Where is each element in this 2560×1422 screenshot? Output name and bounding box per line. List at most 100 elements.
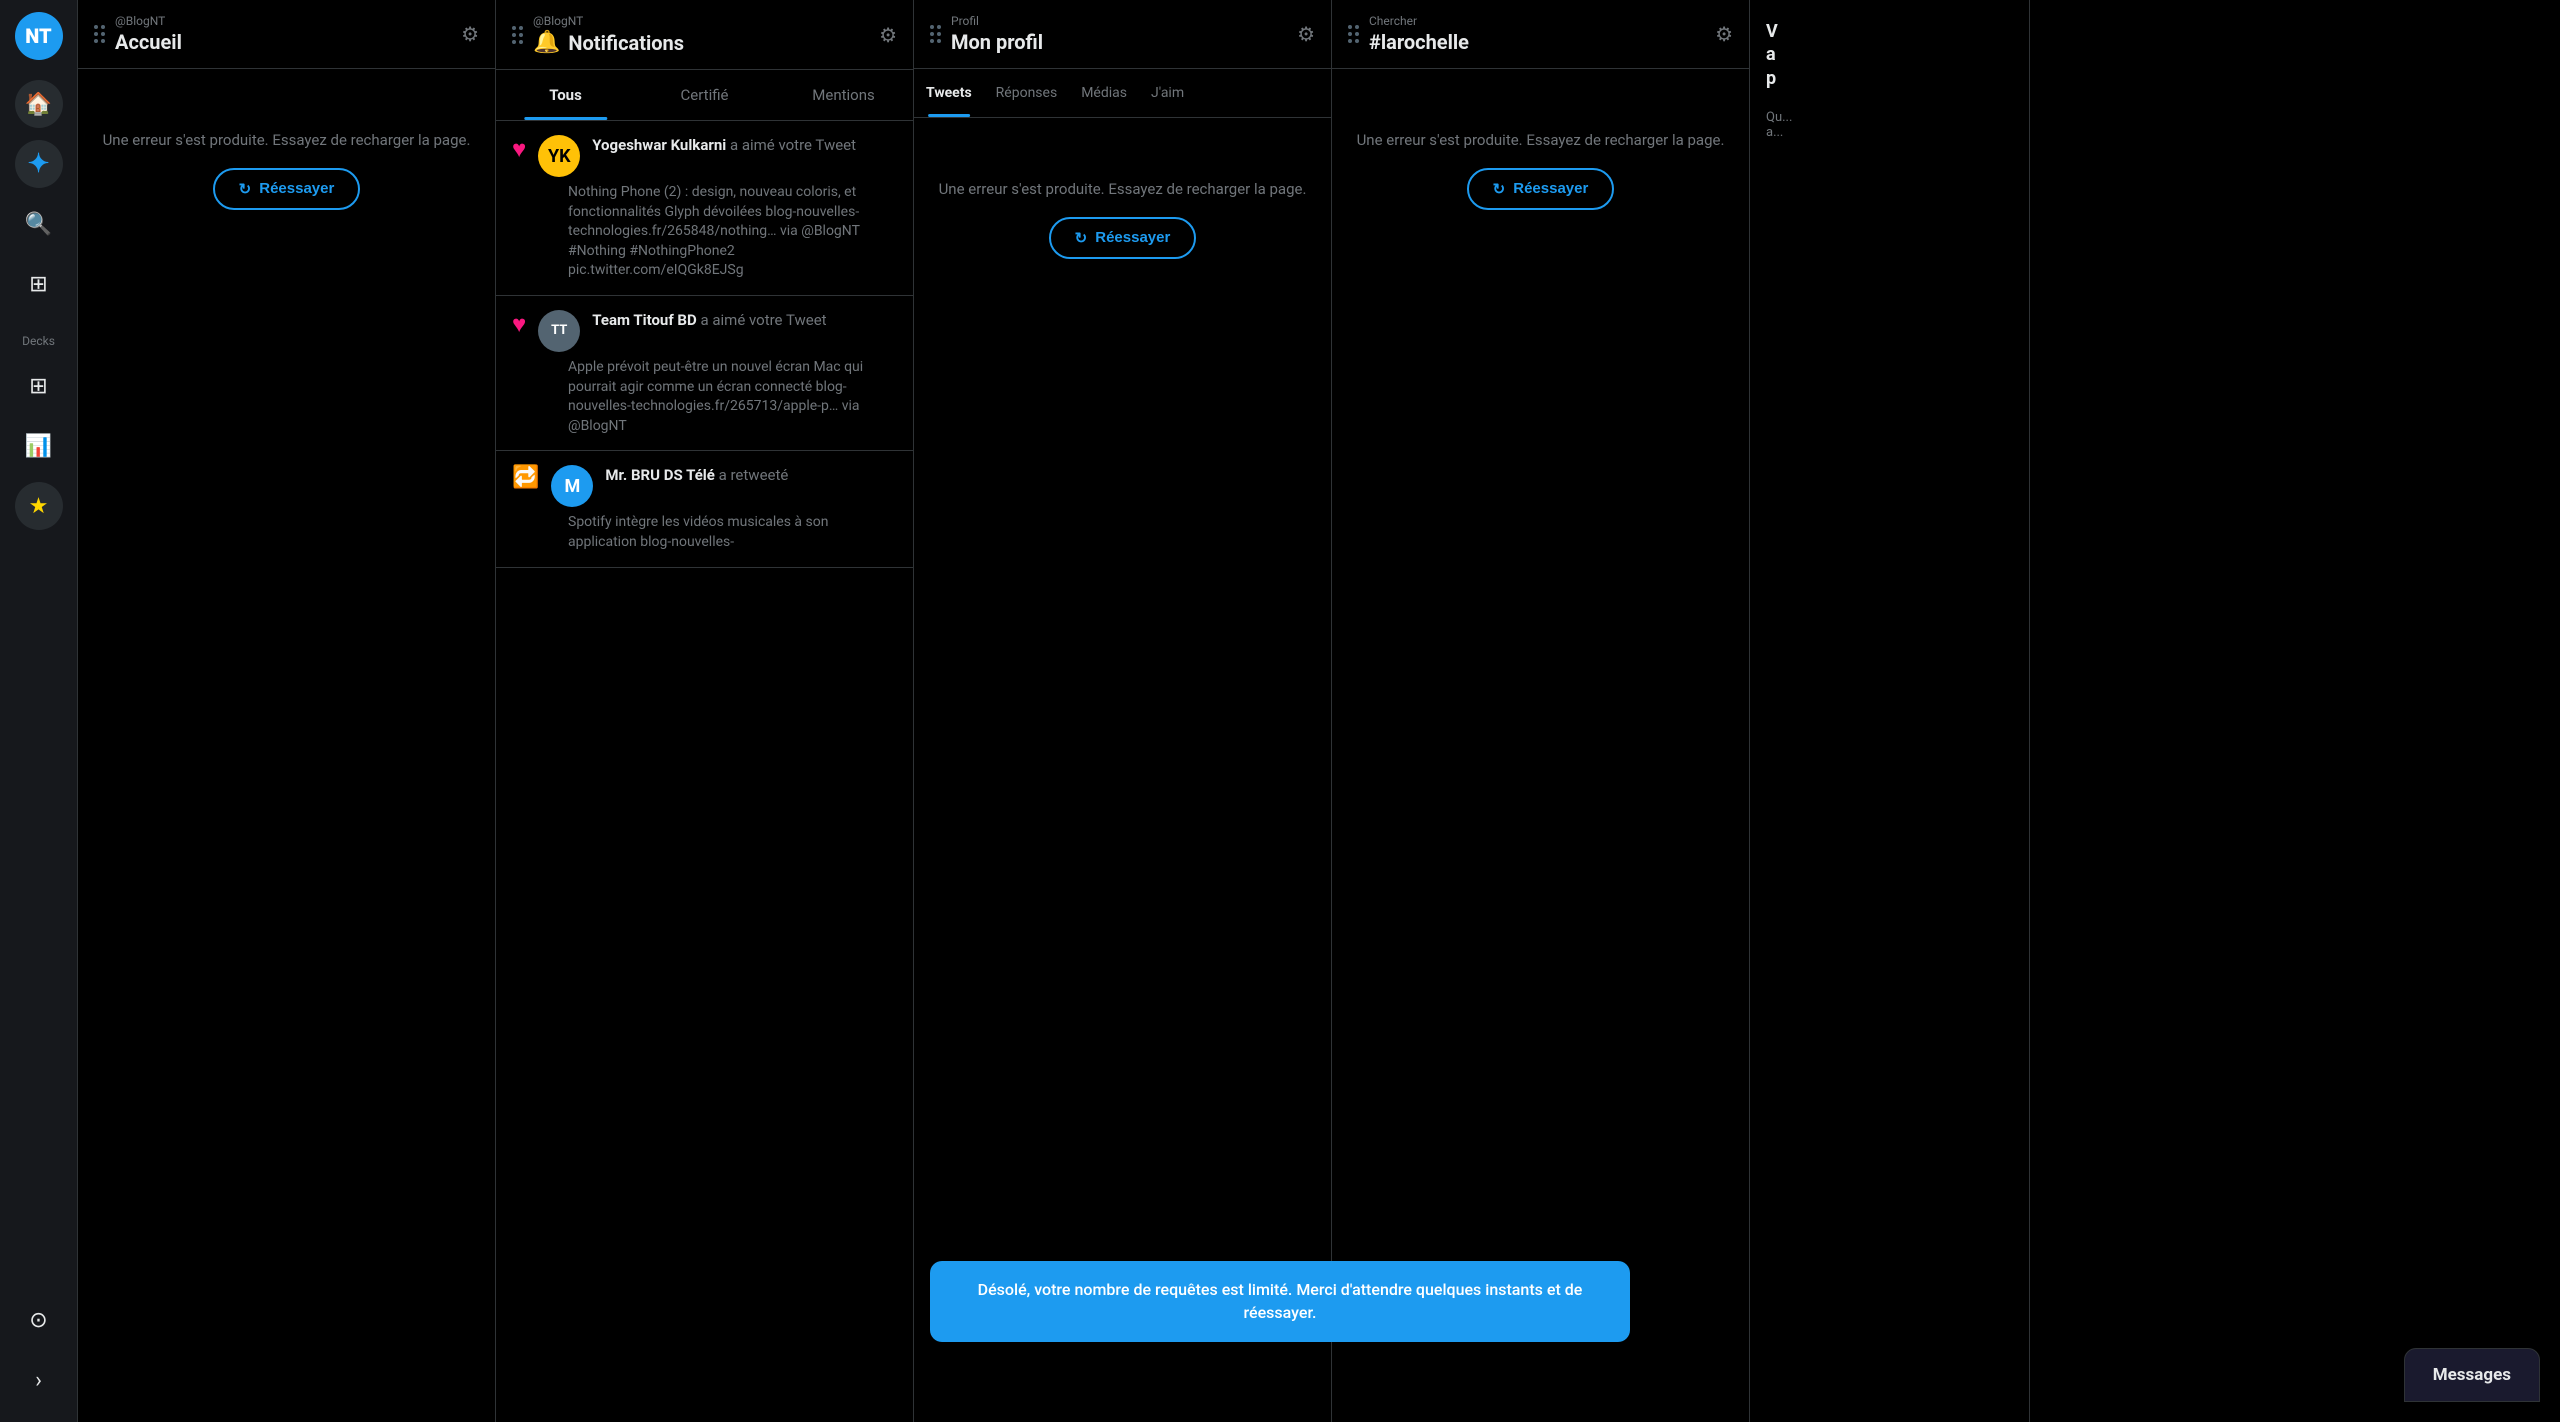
search-title: #larochelle xyxy=(1369,30,1715,54)
star-icon[interactable]: ★ xyxy=(15,482,63,530)
notif-item-3[interactable]: 🔁 M Mr. BRU DS Télé a retweeté Spotify i… xyxy=(496,451,913,567)
home-retry-button[interactable]: ↻ Réessayer xyxy=(213,168,361,210)
notifications-column-header: @BlogNT 🔔 Notifications ⚙ xyxy=(496,0,913,70)
notifications-settings-icon[interactable]: ⚙ xyxy=(879,23,897,47)
messages-button[interactable]: Messages xyxy=(2404,1348,2540,1402)
notif-action-1: a aimé votre Tweet xyxy=(730,136,856,154)
notif-name-3: Mr. BRU DS Télé xyxy=(605,466,718,484)
heart-icon-1: ♥ xyxy=(512,135,526,164)
profile-settings-icon[interactable]: ⚙ xyxy=(1297,22,1315,46)
search-column-header: Chercher #larochelle ⚙ xyxy=(1332,0,1749,69)
notifications-tabs: Tous Certifié Mentions xyxy=(496,70,913,121)
notifications-drag-handle[interactable] xyxy=(512,26,523,44)
notifications-body: ♥ YK Yogeshwar Kulkarni a aimé votre Twe… xyxy=(496,121,913,1422)
notif-content-1: Nothing Phone (2) : design, nouveau colo… xyxy=(568,183,897,281)
notifications-header-info: @BlogNT 🔔 Notifications xyxy=(533,14,879,55)
toast-notification: Désolé, votre nombre de requêtes est lim… xyxy=(930,1261,1630,1342)
profile-column-header: Profil Mon profil ⚙ xyxy=(914,0,1331,69)
tab-reponses[interactable]: Réponses xyxy=(984,69,1070,117)
toast-text: Désolé, votre nombre de requêtes est lim… xyxy=(978,1280,1583,1321)
bell-icon: 🔔 xyxy=(533,30,560,55)
tab-certifie[interactable]: Certifié xyxy=(635,70,774,120)
search-error-state: Une erreur s'est produite. Essayez de re… xyxy=(1332,69,1749,270)
home-title: Accueil xyxy=(115,30,461,54)
explore-icon[interactable]: ✦ xyxy=(15,140,63,188)
search-header-info: Chercher #larochelle xyxy=(1369,14,1715,54)
home-error-text: Une erreur s'est produite. Essayez de re… xyxy=(103,129,471,152)
home-drag-handle[interactable] xyxy=(94,25,105,43)
profile-header-info: Profil Mon profil xyxy=(951,14,1297,54)
search-error-text: Une erreur s'est produite. Essayez de re… xyxy=(1357,129,1725,152)
messages-sidebar-icon[interactable]: ⊙ xyxy=(15,1296,63,1344)
tab-tous[interactable]: Tous xyxy=(496,70,635,120)
expand-sidebar-icon[interactable]: › xyxy=(15,1356,63,1404)
home-body: Une erreur s'est produite. Essayez de re… xyxy=(78,69,495,1422)
sidebar: NT 🏠 ✦ 🔍 ⊞ Decks ⊞ 📊 ★ ⊙ › xyxy=(0,0,78,1422)
notifications-title: 🔔 Notifications xyxy=(533,30,879,55)
partial-text: Vap xyxy=(1750,0,2029,110)
avatar-mr-bru: M xyxy=(551,465,593,507)
tab-tweets[interactable]: Tweets xyxy=(914,69,984,117)
home-settings-icon[interactable]: ⚙ xyxy=(461,22,479,46)
search-account: Chercher xyxy=(1369,14,1715,28)
notif-text-3: Mr. BRU DS Télé a retweeté xyxy=(605,465,788,484)
notif-action-3: a retweeté xyxy=(719,466,789,484)
home-account: @BlogNT xyxy=(115,14,461,28)
heart-icon-2: ♥ xyxy=(512,310,526,339)
notif-header-1: ♥ YK Yogeshwar Kulkarni a aimé votre Twe… xyxy=(512,135,897,177)
add-deck-icon[interactable]: ⊞ xyxy=(15,362,63,410)
home-header-info: @BlogNT Accueil xyxy=(115,14,461,54)
home-icon[interactable]: 🏠 xyxy=(15,80,63,128)
chart-icon[interactable]: 📊 xyxy=(15,422,63,470)
profile-error-text: Une erreur s'est produite. Essayez de re… xyxy=(939,178,1307,201)
notif-text-1: Yogeshwar Kulkarni a aimé votre Tweet xyxy=(592,135,856,154)
avatar-titouf: TT xyxy=(538,310,580,352)
search-body: Une erreur s'est produite. Essayez de re… xyxy=(1332,69,1749,1422)
tab-mentions[interactable]: Mentions xyxy=(774,70,913,120)
notif-name-1: Yogeshwar Kulkarni xyxy=(592,136,730,154)
search-settings-icon[interactable]: ⚙ xyxy=(1715,22,1733,46)
notif-content-2: Apple prévoit peut-être un nouvel écran … xyxy=(568,358,897,436)
tab-jaim[interactable]: J'aim xyxy=(1139,69,1196,117)
search-icon[interactable]: 🔍 xyxy=(15,200,63,248)
notif-item-1[interactable]: ♥ YK Yogeshwar Kulkarni a aimé votre Twe… xyxy=(496,121,913,296)
partial-sub: Qu...a... xyxy=(1750,110,2029,140)
home-column: @BlogNT Accueil ⚙ Une erreur s'est produ… xyxy=(78,0,496,1422)
profile-retry-label: Réessayer xyxy=(1095,229,1170,246)
retweet-icon-3: 🔁 xyxy=(512,465,539,490)
home-retry-icon: ↻ xyxy=(239,180,252,198)
home-error-state: Une erreur s'est produite. Essayez de re… xyxy=(78,69,495,270)
tab-medias[interactable]: Médias xyxy=(1069,69,1139,117)
notif-name-2: Team Titouf BD xyxy=(592,311,700,329)
profile-body: Une erreur s'est produite. Essayez de re… xyxy=(914,118,1331,1422)
search-retry-icon: ↻ xyxy=(1493,180,1506,198)
avatar-yogeshwar: YK xyxy=(538,135,580,177)
notif-text-2: Team Titouf BD a aimé votre Tweet xyxy=(592,310,826,329)
decks-label: Decks xyxy=(22,334,55,348)
compose-icon[interactable]: ⊞ xyxy=(15,260,63,308)
profile-title: Mon profil xyxy=(951,30,1297,54)
home-column-header: @BlogNT Accueil ⚙ xyxy=(78,0,495,69)
notifications-column: @BlogNT 🔔 Notifications ⚙ Tous Certifié … xyxy=(496,0,914,1422)
profile-retry-icon: ↻ xyxy=(1075,229,1088,247)
search-drag-handle[interactable] xyxy=(1348,25,1359,43)
messages-label: Messages xyxy=(2433,1365,2511,1385)
search-retry-label: Réessayer xyxy=(1513,180,1588,197)
profile-error-state: Une erreur s'est produite. Essayez de re… xyxy=(914,118,1331,319)
notif-header-3: 🔁 M Mr. BRU DS Télé a retweeté xyxy=(512,465,897,507)
app-logo[interactable]: NT xyxy=(15,12,63,60)
notif-action-2: a aimé votre Tweet xyxy=(700,311,826,329)
profile-tabs: Tweets Réponses Médias J'aim xyxy=(914,69,1331,118)
search-retry-button[interactable]: ↻ Réessayer xyxy=(1467,168,1615,210)
partial-column: Vap Qu...a... xyxy=(1750,0,2030,1422)
notif-header-2: ♥ TT Team Titouf BD a aimé votre Tweet xyxy=(512,310,897,352)
profile-column: Profil Mon profil ⚙ Tweets Réponses Médi… xyxy=(914,0,1332,1422)
notifications-account: @BlogNT xyxy=(533,14,879,28)
search-column: Chercher #larochelle ⚙ Une erreur s'est … xyxy=(1332,0,1750,1422)
columns-container: @BlogNT Accueil ⚙ Une erreur s'est produ… xyxy=(78,0,2560,1422)
home-retry-label: Réessayer xyxy=(259,180,334,197)
notif-item-2[interactable]: ♥ TT Team Titouf BD a aimé votre Tweet A… xyxy=(496,296,913,451)
profile-drag-handle[interactable] xyxy=(930,25,941,43)
profile-account: Profil xyxy=(951,14,1297,28)
profile-retry-button[interactable]: ↻ Réessayer xyxy=(1049,217,1197,259)
